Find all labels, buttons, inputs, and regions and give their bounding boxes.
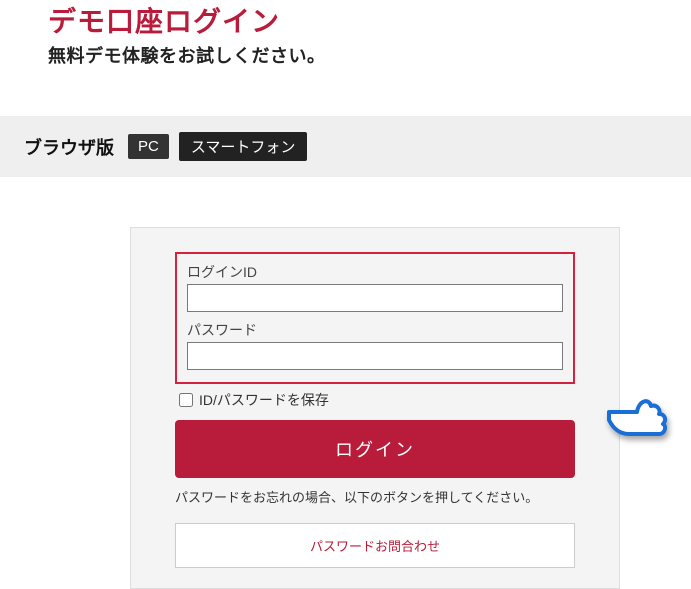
login-button[interactable]: ログイン <box>175 420 575 478</box>
login-id-input[interactable] <box>187 284 563 312</box>
password-contact-button[interactable]: パスワードお問合わせ <box>175 523 575 568</box>
password-input[interactable] <box>187 342 563 370</box>
tab-smartphone[interactable]: スマートフォン <box>179 132 308 161</box>
tab-pc[interactable]: PC <box>128 134 169 159</box>
remember-label: ID/パスワードを保存 <box>199 390 329 410</box>
password-label: パスワード <box>187 320 563 340</box>
remember-checkbox[interactable] <box>179 393 193 407</box>
tab-bar-label: ブラウザ版 <box>24 134 114 160</box>
page-title: デモ口座ログイン <box>48 0 691 40</box>
credential-highlight-box: ログインID パスワード <box>175 252 575 384</box>
login-id-label: ログインID <box>187 262 563 282</box>
page-subtitle: 無料デモ体験をお試しください。 <box>48 42 691 68</box>
login-panel: ログインID パスワード ID/パスワードを保存 ログイン パスワードをお忘れの… <box>130 227 620 589</box>
page-header: デモ口座ログイン 無料デモ体験をお試しください。 <box>0 0 691 68</box>
remember-row: ID/パスワードを保存 <box>179 390 575 410</box>
forgot-password-text: パスワードをお忘れの場合、以下のボタンを押してください。 <box>175 488 575 509</box>
pointing-hand-icon <box>599 388 677 446</box>
browser-tab-bar: ブラウザ版 PC スマートフォン <box>0 116 691 177</box>
